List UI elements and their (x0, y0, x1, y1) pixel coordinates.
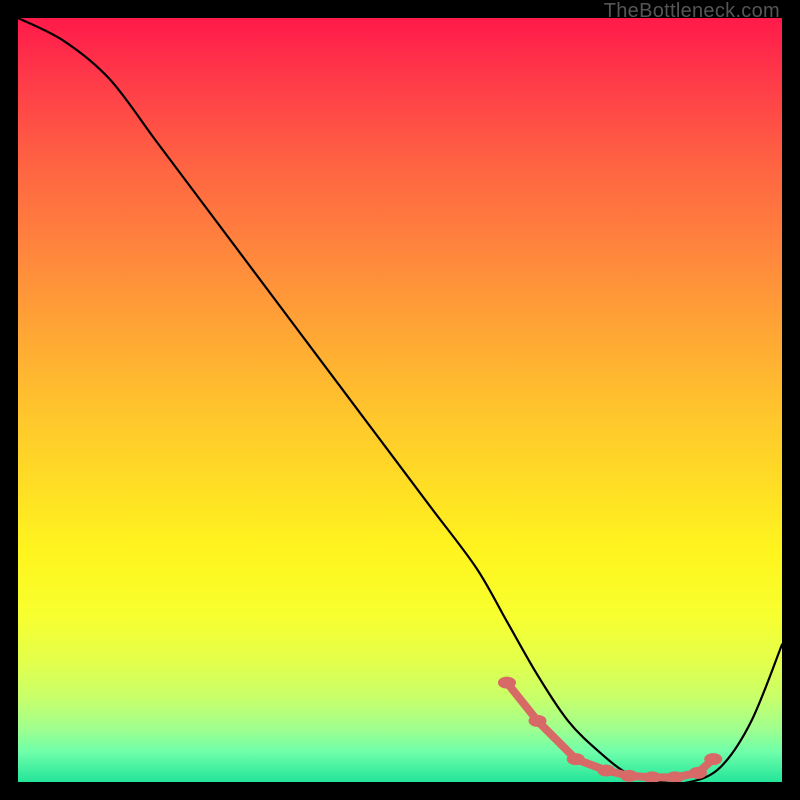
highlight-marker-group (498, 677, 722, 782)
highlight-dot (704, 753, 722, 765)
highlight-connector (538, 721, 576, 759)
highlight-dot (620, 770, 638, 782)
highlight-dot (498, 677, 516, 689)
highlight-dot (567, 753, 585, 765)
bottleneck-curve-line (18, 18, 782, 782)
highlight-dot (529, 715, 547, 727)
chart-area (18, 18, 782, 782)
highlight-connector (507, 683, 538, 721)
highlight-dot (689, 767, 707, 779)
highlight-dot (597, 765, 615, 777)
bottleneck-curve-svg (18, 18, 782, 782)
watermark-text: TheBottleneck.com (604, 0, 780, 23)
